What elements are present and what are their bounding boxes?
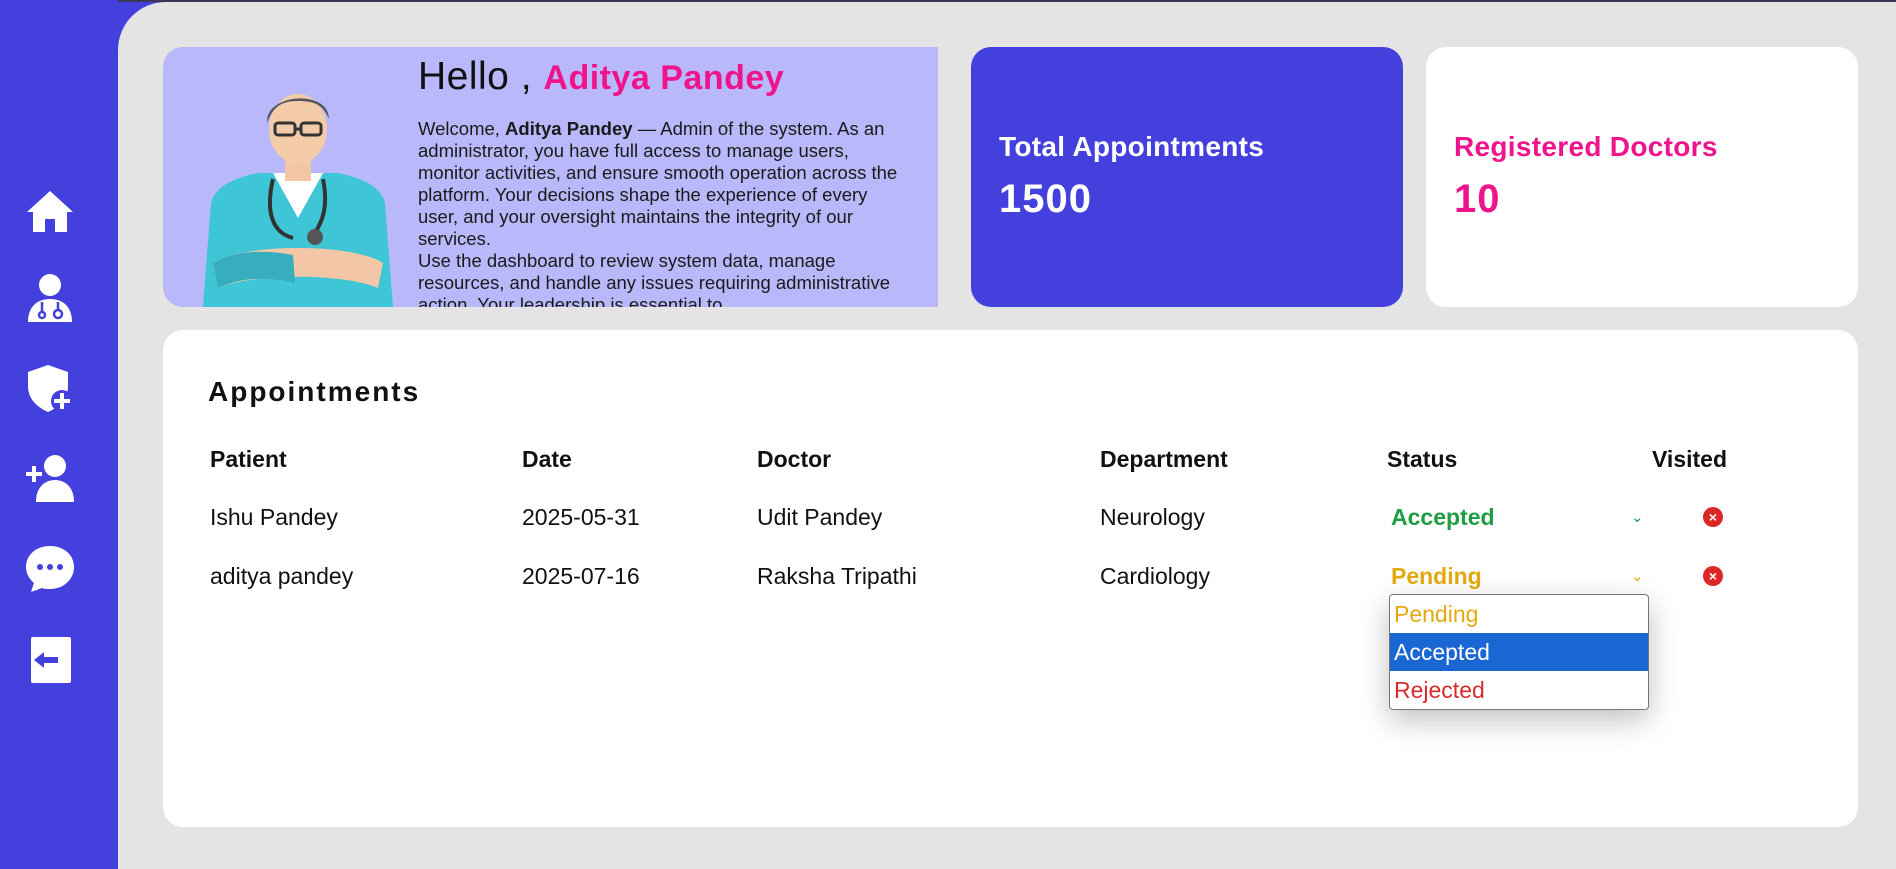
appointments-title: Appointments: [208, 376, 421, 407]
doctor-illustration: [203, 83, 393, 307]
date-cell: 2025-05-31: [522, 504, 640, 530]
chat-icon[interactable]: [24, 543, 76, 595]
welcome-prefix: Welcome,: [418, 118, 500, 139]
registered-doctors-card: Registered Doctors 10: [1426, 47, 1858, 307]
registered-doctors-label: Registered Doctors: [1454, 131, 1718, 162]
total-appointments-value: 1500: [999, 177, 1092, 221]
chevron-down-icon[interactable]: ⌄: [1631, 567, 1644, 585]
greeting-hello: Hello ,: [418, 55, 533, 98]
option-rejected[interactable]: Rejected: [1390, 671, 1648, 709]
not-visited-icon[interactable]: ×: [1703, 507, 1723, 527]
date-cell: 2025-07-16: [522, 563, 640, 589]
appointments-card: Appointments Patient Date Doctor Departm…: [163, 330, 1858, 827]
logout-icon[interactable]: [24, 634, 76, 686]
header-doctor: Doctor: [757, 446, 832, 472]
patient-cell: Ishu Pandey: [210, 504, 338, 530]
header-visited: Visited: [1652, 446, 1727, 472]
welcome-paragraph-2: Use the dashboard to review system data,…: [418, 250, 891, 307]
department-cell: Neurology: [1100, 504, 1205, 530]
header-patient: Patient: [210, 446, 287, 472]
option-accepted[interactable]: Accepted: [1390, 633, 1648, 671]
welcome-card: Hello , Aditya Pandey Welcome, Aditya Pa…: [163, 47, 938, 307]
header-status: Status: [1387, 446, 1458, 472]
doctor-icon[interactable]: [24, 272, 76, 324]
header-date: Date: [522, 446, 572, 472]
department-cell: Cardiology: [1100, 563, 1210, 589]
status-value[interactable]: Accepted: [1391, 504, 1495, 531]
registered-doctors-value: 10: [1454, 177, 1501, 221]
doctor-cell: Raksha Tripathi: [757, 563, 917, 589]
chevron-down-icon[interactable]: ⌄: [1631, 508, 1644, 526]
shield-plus-icon[interactable]: [24, 362, 76, 414]
home-icon[interactable]: [24, 185, 76, 237]
total-appointments-label: Total Appointments: [999, 131, 1265, 162]
welcome-message: Welcome, Aditya Pandey — Admin of the sy…: [418, 118, 908, 307]
doctor-cell: Udit Pandey: [757, 504, 883, 530]
welcome-admin-name: Aditya Pandey: [505, 118, 633, 139]
welcome-text: Hello , Aditya Pandey Welcome, Aditya Pa…: [418, 47, 908, 307]
not-visited-icon[interactable]: ×: [1703, 566, 1723, 586]
greeting-name: Aditya Pandey: [543, 59, 785, 97]
status-dropdown[interactable]: Pending Accepted Rejected: [1389, 594, 1649, 710]
greeting: Hello , Aditya Pandey: [418, 47, 908, 104]
header-department: Department: [1100, 446, 1228, 472]
add-user-icon[interactable]: [24, 452, 76, 504]
sidebar: [0, 0, 118, 869]
patient-cell: aditya pandey: [210, 563, 354, 589]
main-content: Hello , Aditya Pandey Welcome, Aditya Pa…: [118, 2, 1896, 869]
total-appointments-card: Total Appointments 1500: [971, 47, 1403, 307]
option-pending[interactable]: Pending: [1390, 595, 1648, 633]
status-value[interactable]: Pending: [1391, 563, 1482, 590]
